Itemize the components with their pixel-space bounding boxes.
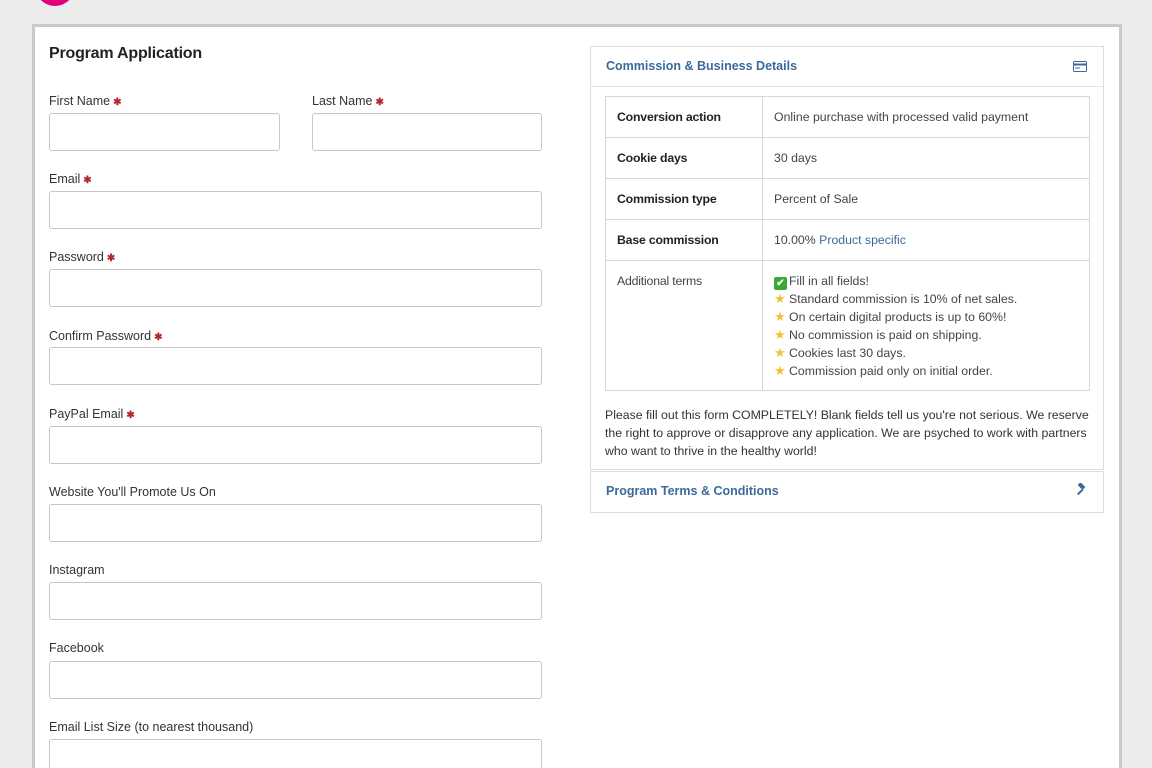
commission-panel-title: Commission & Business Details bbox=[606, 59, 798, 73]
conversion-action-value: Online purchase with processed valid pay… bbox=[762, 96, 1090, 138]
form-title: Program Application bbox=[49, 45, 202, 62]
paypal-email-input[interactable] bbox=[49, 426, 542, 464]
table-row: Conversion action Online purchase with p… bbox=[605, 96, 1090, 138]
confirm-password-label: Confirm Password ✱ bbox=[49, 329, 163, 343]
email-label-text: Email bbox=[49, 172, 81, 186]
first-name-input[interactable] bbox=[49, 113, 280, 151]
required-asterisk-icon: ✱ bbox=[375, 97, 384, 108]
base-commission-key: Base commission bbox=[605, 219, 763, 261]
required-asterisk-icon: ✱ bbox=[113, 97, 122, 108]
application-note: Please fill out this form COMPLETELY! Bl… bbox=[605, 408, 1089, 458]
product-specific-link[interactable]: Product specific bbox=[819, 233, 906, 247]
email-list-size-label: Email List Size (to nearest thousand) bbox=[49, 720, 254, 734]
email-list-size-input[interactable] bbox=[49, 739, 542, 768]
cookie-days-key: Cookie days bbox=[605, 137, 763, 179]
first-name-label-text: First Name bbox=[49, 94, 111, 108]
star-icon: ★ bbox=[774, 327, 786, 342]
commission-details-table: Conversion action Online purchase with p… bbox=[605, 96, 1090, 391]
commission-details-panel: Commission & Business Details Conversion… bbox=[590, 46, 1104, 470]
brand-logo bbox=[35, 0, 75, 6]
password-input[interactable] bbox=[49, 269, 542, 307]
terms-panel-title[interactable]: Program Terms & Conditions bbox=[606, 484, 779, 498]
facebook-input[interactable] bbox=[49, 661, 542, 699]
conversion-action-key: Conversion action bbox=[605, 96, 763, 138]
star-icon: ★ bbox=[774, 291, 786, 306]
term-line: ★ On certain digital products is up to 60… bbox=[774, 308, 1078, 326]
last-name-label-text: Last Name bbox=[312, 94, 373, 108]
last-name-input[interactable] bbox=[312, 113, 542, 151]
term-line: ✔ Fill in all fields! bbox=[774, 272, 1078, 290]
application-card: Program Application First Name ✱ Last Nam… bbox=[32, 24, 1122, 768]
website-label: Website You'll Promote Us On bbox=[49, 485, 216, 499]
paypal-email-label-text: PayPal Email bbox=[49, 407, 124, 421]
star-icon: ★ bbox=[774, 345, 786, 360]
table-row: Base commission 10.00% Product specific bbox=[605, 219, 1090, 261]
base-commission-value: 10.00% bbox=[774, 233, 816, 247]
term-text: No commission is paid on shipping. bbox=[789, 328, 982, 342]
term-text: Commission paid only on initial order. bbox=[789, 364, 993, 378]
facebook-label: Facebook bbox=[49, 641, 104, 655]
confirm-password-input[interactable] bbox=[49, 347, 542, 385]
term-line: ★ Cookies last 30 days. bbox=[774, 344, 1078, 362]
required-asterisk-icon: ✱ bbox=[83, 175, 92, 186]
term-text: Cookies last 30 days. bbox=[789, 346, 906, 360]
password-label-text: Password bbox=[49, 250, 104, 264]
email-label: Email ✱ bbox=[49, 172, 92, 186]
required-asterisk-icon: ✱ bbox=[154, 332, 163, 343]
required-asterisk-icon: ✱ bbox=[106, 253, 116, 264]
password-label: Password ✱ bbox=[49, 250, 115, 264]
additional-terms-key: Additional terms bbox=[605, 260, 763, 391]
required-asterisk-icon: ✱ bbox=[126, 410, 135, 421]
term-text: Fill in all fields! bbox=[789, 274, 869, 288]
terms-conditions-panel[interactable]: Program Terms & Conditions bbox=[590, 471, 1104, 513]
table-row: Additional terms ✔ Fill in all fields! ★ S… bbox=[605, 260, 1090, 391]
instagram-label: Instagram bbox=[49, 563, 105, 577]
table-row: Cookie days 30 days bbox=[605, 137, 1090, 179]
instagram-input[interactable] bbox=[49, 582, 542, 620]
paypal-email-label: PayPal Email ✱ bbox=[49, 407, 135, 421]
last-name-label: Last Name ✱ bbox=[312, 94, 384, 108]
commission-type-value: Percent of Sale bbox=[762, 178, 1090, 220]
table-row: Commission type Percent of Sale bbox=[605, 178, 1090, 220]
term-text: Standard commission is 10% of net sales. bbox=[789, 292, 1018, 306]
term-text: On certain digital products is up to 60%… bbox=[789, 310, 1007, 324]
check-mark-icon: ✔ bbox=[774, 277, 787, 290]
additional-terms-cell: ✔ Fill in all fields! ★ Standard commissio… bbox=[762, 260, 1090, 391]
email-input[interactable] bbox=[49, 191, 542, 229]
star-icon: ★ bbox=[774, 309, 786, 324]
commission-type-key: Commission type bbox=[605, 178, 763, 220]
credit-card-icon[interactable] bbox=[1073, 59, 1087, 77]
term-line: ★ No commission is paid on shipping. bbox=[774, 326, 1078, 344]
term-line: ★ Commission paid only on initial order. bbox=[774, 362, 1078, 380]
gavel-icon[interactable] bbox=[1073, 482, 1087, 502]
confirm-password-label-text: Confirm Password bbox=[49, 329, 152, 343]
first-name-label: First Name ✱ bbox=[49, 94, 122, 108]
website-input[interactable] bbox=[49, 504, 542, 542]
term-line: ★ Standard commission is 10% of net sales… bbox=[774, 290, 1078, 308]
commission-panel-header[interactable]: Commission & Business Details bbox=[591, 47, 1103, 87]
star-icon: ★ bbox=[774, 363, 786, 378]
cookie-days-value: 30 days bbox=[762, 137, 1090, 179]
base-commission-cell: 10.00% Product specific bbox=[762, 219, 1090, 261]
